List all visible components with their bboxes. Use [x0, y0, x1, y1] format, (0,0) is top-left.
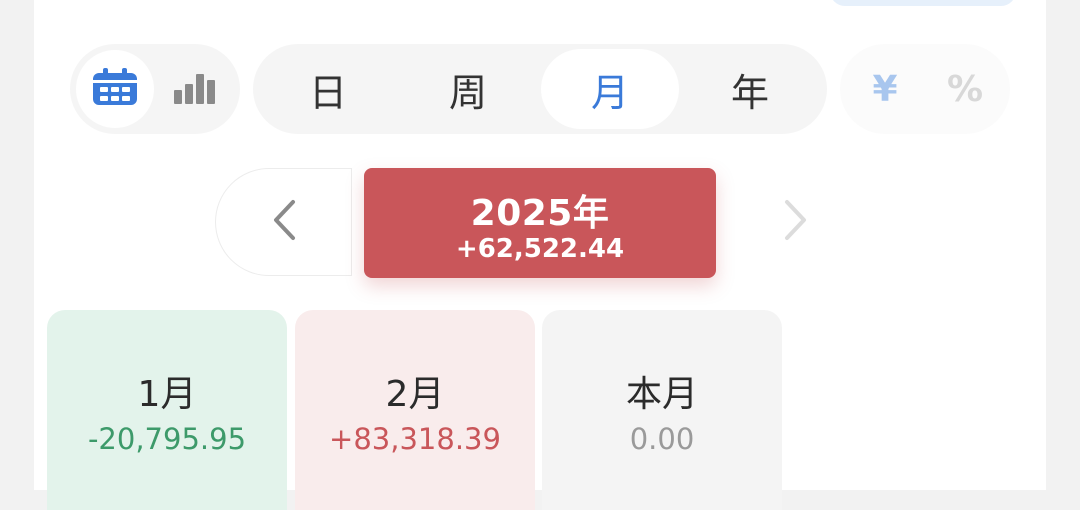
month-amount: 0.00 — [629, 422, 695, 456]
top-pill-button[interactable] — [830, 0, 1016, 6]
tab-week[interactable]: 周 — [399, 49, 537, 129]
month-card-january[interactable]: 1月 -20,795.95 — [47, 310, 287, 510]
year-amount: +62,522.44 — [455, 234, 625, 264]
month-label: 本月 — [625, 374, 698, 415]
calendar-view-button[interactable] — [76, 50, 154, 128]
month-amount: +83,318.39 — [329, 422, 501, 456]
chevron-right-icon — [783, 199, 809, 245]
percent-unit-button[interactable]: % — [925, 49, 1005, 129]
month-amount: -20,795.95 — [87, 422, 247, 456]
month-card-current[interactable]: 本月 0.00 — [542, 310, 782, 510]
view-toggle — [70, 44, 240, 134]
previous-year-button[interactable] — [215, 168, 352, 276]
currency-unit-button[interactable]: ¥ — [845, 49, 925, 129]
bar-chart-view-button[interactable] — [156, 50, 234, 128]
month-label: 1月 — [137, 374, 197, 415]
calendar-icon — [92, 67, 138, 111]
month-label: 2月 — [385, 374, 445, 415]
next-year-button[interactable] — [748, 168, 844, 276]
tab-day[interactable]: 日 — [259, 49, 397, 129]
bar-chart-icon — [173, 70, 217, 108]
unit-toggle: ¥ % — [840, 44, 1010, 134]
period-tabs: 日 周 月 年 — [253, 44, 827, 134]
month-card-february[interactable]: 2月 +83,318.39 — [295, 310, 535, 510]
tab-month[interactable]: 月 — [541, 49, 679, 129]
year-summary-button[interactable]: 2025年 +62,522.44 — [364, 168, 716, 278]
chevron-left-icon — [271, 199, 297, 245]
tab-year[interactable]: 年 — [681, 49, 819, 129]
year-title: 2025年 — [470, 193, 610, 234]
